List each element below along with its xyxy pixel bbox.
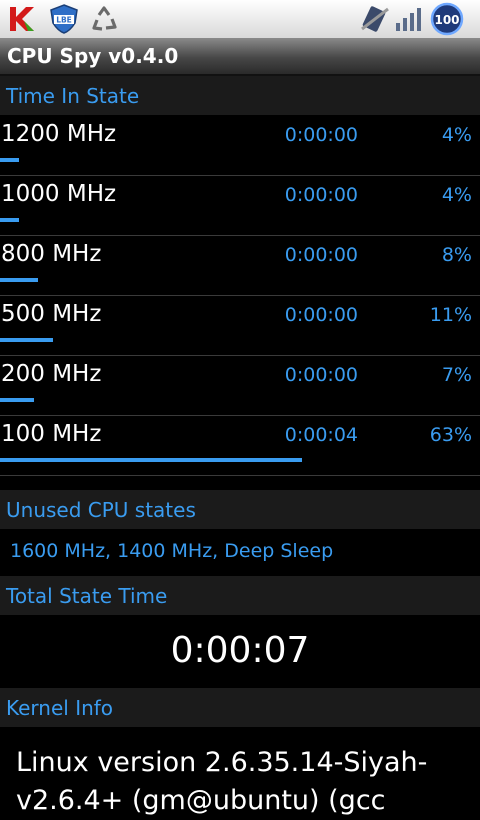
state-percent: 4% bbox=[441, 184, 472, 206]
status-bar: LBE 100 bbox=[0, 0, 480, 38]
svg-text:LBE: LBE bbox=[56, 16, 72, 25]
kernel-info-label: Kernel Info bbox=[6, 696, 114, 720]
kernel-info-text: Linux version 2.6.35.14-Siyah-v2.6.4+ (g… bbox=[16, 747, 428, 816]
state-percent: 8% bbox=[441, 244, 472, 266]
state-percent: 63% bbox=[429, 424, 472, 446]
state-frequency: 1000 MHz bbox=[1, 181, 117, 207]
state-time: 0:00:00 bbox=[284, 364, 358, 386]
total-time-header: Total State Time bbox=[0, 576, 480, 615]
state-progress-bar bbox=[0, 158, 19, 162]
state-progress-bar bbox=[0, 458, 302, 462]
state-time: 0:00:04 bbox=[284, 424, 358, 446]
state-frequency: 800 MHz bbox=[1, 241, 102, 267]
app-title: CPU Spy v0.4.0 bbox=[7, 44, 179, 68]
state-progress-bar bbox=[0, 278, 38, 282]
state-row: 800 MHz 0:00:00 8% bbox=[0, 235, 480, 296]
kaspersky-icon bbox=[10, 7, 34, 31]
state-row: 100 MHz 0:00:04 63% bbox=[0, 415, 480, 476]
state-frequency: 200 MHz bbox=[1, 361, 102, 387]
state-time: 0:00:00 bbox=[284, 124, 358, 146]
state-progress-bar bbox=[0, 398, 34, 402]
total-time-value: 0:00:07 bbox=[170, 630, 310, 671]
state-time: 0:00:00 bbox=[284, 184, 358, 206]
state-row: 500 MHz 0:00:00 11% bbox=[0, 295, 480, 356]
battery-icon: 100 bbox=[430, 2, 464, 36]
state-percent: 4% bbox=[441, 124, 472, 146]
state-frequency: 500 MHz bbox=[1, 301, 102, 327]
time-in-state-label: Time In State bbox=[6, 84, 140, 108]
state-frequency: 1200 MHz bbox=[1, 121, 117, 147]
state-progress-bar bbox=[0, 338, 53, 342]
state-percent: 11% bbox=[429, 304, 472, 326]
unused-states-list: 1600 MHz, 1400 MHz, Deep Sleep bbox=[10, 540, 334, 562]
app-title-bar: CPU Spy v0.4.0 bbox=[0, 38, 480, 76]
state-row: 1200 MHz 0:00:00 4% bbox=[0, 115, 480, 176]
lbe-icon: LBE bbox=[50, 4, 78, 34]
battery-level: 100 bbox=[434, 13, 459, 27]
state-row: 1000 MHz 0:00:00 4% bbox=[0, 175, 480, 236]
unused-states-header: Unused CPU states bbox=[0, 490, 480, 529]
state-row: 200 MHz 0:00:00 7% bbox=[0, 355, 480, 416]
state-frequency: 100 MHz bbox=[1, 421, 102, 447]
total-time-label: Total State Time bbox=[6, 584, 168, 608]
state-percent: 7% bbox=[441, 364, 472, 386]
state-time: 0:00:00 bbox=[284, 244, 358, 266]
state-time: 0:00:00 bbox=[284, 304, 358, 326]
no-sim-icon bbox=[361, 6, 389, 32]
signal-icon bbox=[396, 8, 421, 31]
time-in-state-header: Time In State bbox=[0, 76, 480, 115]
state-progress-bar bbox=[0, 218, 19, 222]
kernel-info-header: Kernel Info bbox=[0, 688, 480, 727]
recycle-icon bbox=[92, 6, 117, 31]
unused-states-label: Unused CPU states bbox=[6, 498, 196, 522]
